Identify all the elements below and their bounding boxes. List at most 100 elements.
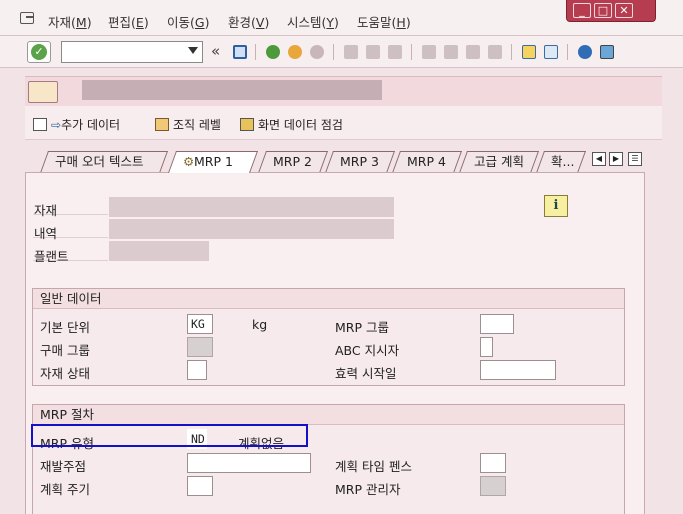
mrp-group-label: MRP 그룹 xyxy=(335,320,389,335)
command-field[interactable] xyxy=(61,41,203,63)
tab-label: 구매 오더 텍스트 xyxy=(55,154,144,169)
tab-strip: 구매 오더 텍스트 ⚙ MRP 1 MRP 2 MRP 3 MRP 4 고급 계… xyxy=(30,151,650,173)
tab-mrp-3[interactable]: MRP 3 xyxy=(325,151,396,173)
close-button[interactable]: ✕ xyxy=(615,3,633,18)
menu-help-mnemonic: H xyxy=(396,15,406,30)
hierarchy-icon xyxy=(155,118,169,131)
tab-mrp-2[interactable]: MRP 2 xyxy=(258,151,329,173)
org-levels-button[interactable]: 조직 레벨 xyxy=(155,116,221,133)
toolbar-separator xyxy=(255,44,256,60)
exit-icon[interactable] xyxy=(288,45,302,59)
check-screen-data-button[interactable]: 화면 데이터 점검 xyxy=(240,116,343,133)
description-label: 내역 xyxy=(34,226,58,241)
find-icon[interactable] xyxy=(366,45,380,59)
back-icon[interactable] xyxy=(266,45,280,59)
purchasing-group-field[interactable] xyxy=(187,337,213,357)
planning-time-fence-field[interactable] xyxy=(480,453,506,473)
mrp-procedure-group: MRP 절차 MRP 유형 ND 계획없음 재발주점 계획 주기 계획 타임 펜… xyxy=(32,404,625,514)
material-value-redacted xyxy=(109,197,394,217)
menu-system-mnemonic: Y xyxy=(326,15,335,30)
menu-material-mnemonic: M xyxy=(75,15,87,30)
menu-environment-label: 환경 xyxy=(228,15,252,30)
additional-data-label: 추가 데이터 xyxy=(61,118,121,132)
toggle-view-button[interactable] xyxy=(28,81,58,103)
planning-cycle-label: 계획 주기 xyxy=(40,482,90,497)
tab-content: 자재 내역 플랜트 i 일반 데이터 기본 단위 KG kg 구매 그룹 자재 … xyxy=(25,172,645,514)
enter-button[interactable]: ✓ xyxy=(27,41,51,63)
tab-label: 고급 계획 xyxy=(474,154,524,169)
menu-help[interactable]: 도움말(H) xyxy=(357,12,411,31)
material-label: 자재 xyxy=(34,203,58,218)
reorder-point-field[interactable] xyxy=(187,453,311,473)
new-session-icon[interactable] xyxy=(522,45,536,59)
menu-material[interactable]: 자재(M) xyxy=(48,12,92,31)
material-status-field[interactable] xyxy=(187,360,207,380)
tab-label: MRP 3 xyxy=(340,154,379,169)
tab-label: MRP 4 xyxy=(407,154,446,169)
tab-mrp-1[interactable]: ⚙ MRP 1 xyxy=(168,151,259,173)
valid-from-field[interactable] xyxy=(480,360,556,380)
tab-label: 확... xyxy=(551,154,575,169)
mrp-type-highlight xyxy=(31,424,308,447)
menu-goto-mnemonic: G xyxy=(194,15,205,30)
tab-list-icon[interactable]: ☰ xyxy=(628,152,642,166)
help-icon[interactable] xyxy=(578,45,592,59)
additional-data-button[interactable]: ⇨추가 데이터 xyxy=(33,116,120,133)
tab-label: MRP 1 xyxy=(194,154,234,169)
general-data-group: 일반 데이터 기본 단위 KG kg 구매 그룹 자재 상태 MRP 그룹 AB… xyxy=(32,288,625,386)
layout-menu-icon[interactable] xyxy=(600,45,614,59)
previous-page-icon[interactable] xyxy=(444,45,458,59)
redacted-title xyxy=(82,80,382,100)
first-page-icon[interactable] xyxy=(422,45,436,59)
tab-settings-icon: ⚙ xyxy=(183,154,195,169)
arrow-right-icon: ⇨ xyxy=(51,118,62,132)
mrp-procedure-title: MRP 절차 xyxy=(33,405,624,425)
toolbar-separator xyxy=(511,44,512,60)
print-icon[interactable] xyxy=(344,45,358,59)
check-screen-data-label: 화면 데이터 점검 xyxy=(258,118,343,132)
collapse-icon[interactable]: « xyxy=(211,42,220,60)
tab-purchase-order-text[interactable]: 구매 오더 텍스트 xyxy=(40,151,169,173)
reorder-point-label: 재발주점 xyxy=(40,459,87,474)
menu-edit-mnemonic: E xyxy=(135,15,144,30)
abc-indicator-field[interactable] xyxy=(480,337,493,357)
find-next-icon[interactable] xyxy=(388,45,402,59)
tab-mrp-4[interactable]: MRP 4 xyxy=(392,151,463,173)
chevron-down-icon[interactable] xyxy=(188,47,198,54)
menu-system[interactable]: 시스템(Y) xyxy=(287,12,339,31)
toolbar-separator xyxy=(411,44,412,60)
org-levels-label: 조직 레벨 xyxy=(173,118,221,132)
menu-goto[interactable]: 이동(G) xyxy=(167,12,209,31)
tab-prev-icon[interactable]: ◀ xyxy=(592,152,606,166)
menu-edit[interactable]: 편집(E) xyxy=(108,12,149,31)
save-icon[interactable] xyxy=(233,45,247,59)
menu-environment[interactable]: 환경(V) xyxy=(228,12,269,31)
mrp-group-field[interactable] xyxy=(480,314,514,334)
mrp-controller-label: MRP 관리자 xyxy=(335,482,401,497)
planning-cycle-field[interactable] xyxy=(187,476,213,496)
tab-extended[interactable]: 확... xyxy=(536,151,587,173)
document-icon xyxy=(33,118,47,131)
shortcut-icon[interactable] xyxy=(544,45,558,59)
menu-material-label: 자재 xyxy=(48,15,72,30)
purchasing-group-label: 구매 그룹 xyxy=(40,343,90,358)
last-page-icon[interactable] xyxy=(488,45,502,59)
info-button[interactable]: i xyxy=(544,195,568,217)
tab-label: MRP 2 xyxy=(273,154,312,169)
menu-goto-label: 이동 xyxy=(167,15,191,30)
tab-next-icon[interactable]: ▶ xyxy=(609,152,623,166)
menu-system-label: 시스템 xyxy=(287,15,322,30)
toolbar-separator xyxy=(333,44,334,60)
base-unit-text: kg xyxy=(252,317,268,332)
check-icon: ✓ xyxy=(31,44,47,60)
general-data-title: 일반 데이터 xyxy=(33,289,624,309)
menu-exit-icon[interactable] xyxy=(20,12,34,24)
tab-advanced-planning[interactable]: 고급 계획 xyxy=(459,151,540,173)
cancel-icon[interactable] xyxy=(310,45,324,59)
check-data-icon xyxy=(240,118,254,131)
next-page-icon[interactable] xyxy=(466,45,480,59)
minimize-button[interactable]: _ xyxy=(573,3,591,18)
base-unit-field[interactable]: KG xyxy=(187,314,213,334)
maximize-button[interactable]: □ xyxy=(594,3,612,18)
mrp-controller-field[interactable] xyxy=(480,476,506,496)
